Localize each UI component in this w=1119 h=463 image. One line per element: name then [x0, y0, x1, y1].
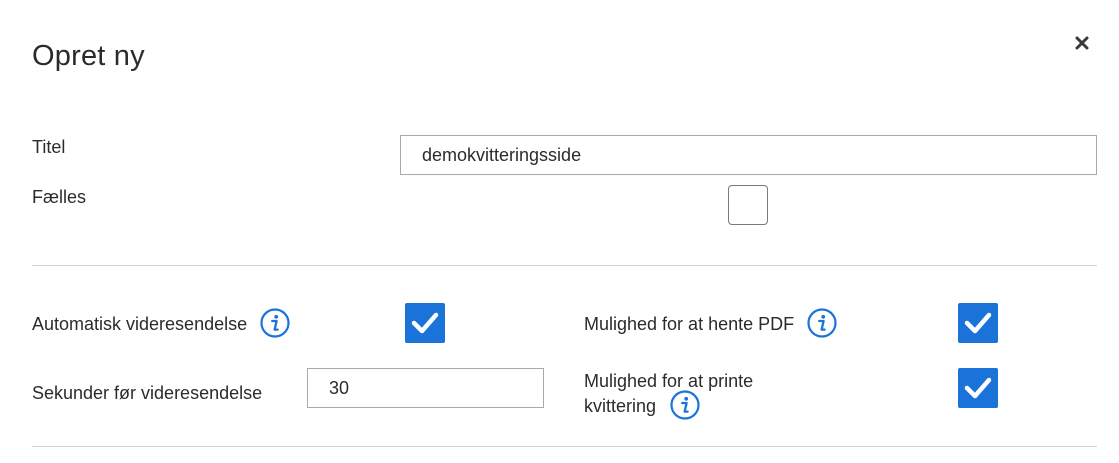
close-icon[interactable] — [1072, 33, 1092, 53]
seconds-input[interactable] — [307, 368, 544, 408]
checkmark-icon — [964, 312, 992, 334]
checkmark-icon — [964, 377, 992, 399]
print-checkbox[interactable] — [958, 368, 998, 408]
auto-forward-label: Automatisk videresendelse — [32, 314, 248, 334]
titel-input[interactable] — [400, 135, 1097, 175]
info-icon[interactable] — [260, 308, 290, 338]
seconds-label: Sekunder før videresendelse — [32, 383, 263, 403]
info-icon[interactable] — [807, 308, 837, 338]
faelles-checkbox[interactable] — [728, 185, 768, 225]
faelles-label: Fælles — [32, 187, 87, 207]
pdf-checkbox[interactable] — [958, 303, 998, 343]
divider — [32, 265, 1097, 266]
print-label-line2: kvittering — [584, 396, 657, 416]
checkmark-icon — [411, 312, 439, 334]
print-label-line1: Mulighed for at printe — [584, 371, 754, 391]
info-icon[interactable] — [670, 390, 700, 420]
divider — [32, 446, 1097, 447]
pdf-label: Mulighed for at hente PDF — [584, 314, 795, 334]
titel-label: Titel — [32, 137, 66, 157]
auto-forward-checkbox[interactable] — [405, 303, 445, 343]
dialog-title: Opret ny — [32, 40, 145, 72]
